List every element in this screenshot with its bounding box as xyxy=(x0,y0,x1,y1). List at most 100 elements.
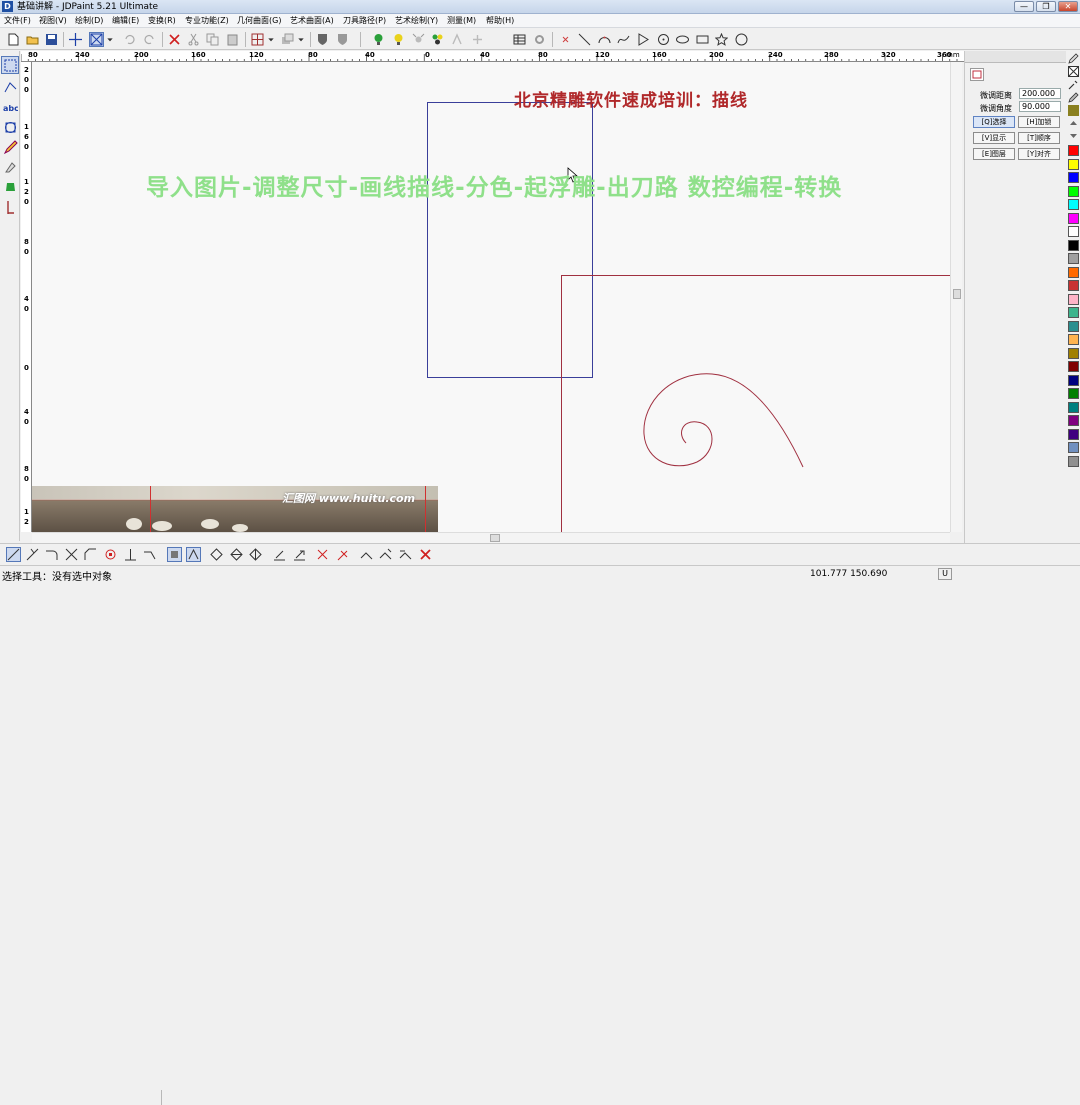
transform-tool-icon[interactable] xyxy=(1,118,19,136)
horizontal-scroll-thumb[interactable] xyxy=(490,534,500,542)
align-button[interactable]: [Y]对齐 xyxy=(1018,148,1060,160)
point-icon[interactable] xyxy=(558,32,573,47)
menu-professional[interactable]: 专业功能(Z) xyxy=(185,15,229,27)
gear-icon[interactable] xyxy=(532,32,547,47)
multi-light-icon[interactable] xyxy=(430,32,445,47)
line-tool-icon[interactable] xyxy=(577,32,592,47)
clear-icon[interactable] xyxy=(418,547,433,562)
lock-button[interactable]: [H]加锁 xyxy=(1018,116,1060,128)
color-swatch[interactable] xyxy=(1068,307,1079,318)
dropdown-arrow-icon[interactable] xyxy=(105,32,115,47)
extend-icon[interactable] xyxy=(25,547,40,562)
color-swatch[interactable] xyxy=(1068,320,1079,332)
measure-tool-icon[interactable] xyxy=(1,198,19,216)
menu-view[interactable]: 视图(V) xyxy=(39,15,67,27)
menu-transform[interactable]: 变换(R) xyxy=(148,15,176,27)
current-color-swatch[interactable] xyxy=(1068,105,1079,116)
delete-node-a-icon[interactable] xyxy=(315,547,330,562)
diamond-c-icon[interactable] xyxy=(248,547,263,562)
undo-icon[interactable] xyxy=(122,32,137,47)
snap-angle-icon[interactable] xyxy=(186,547,201,562)
spiral-curve[interactable] xyxy=(643,373,804,468)
color-swatch[interactable] xyxy=(1068,239,1079,251)
blue-rectangle[interactable] xyxy=(427,102,593,378)
color-swatch[interactable] xyxy=(1068,253,1079,264)
color-swatch[interactable] xyxy=(1068,145,1079,156)
shield-icon[interactable] xyxy=(315,32,330,47)
minimize-button[interactable]: — xyxy=(1014,1,1034,12)
drawing-canvas[interactable]: 北京精雕软件速成培训：描线 导入图片-调整尺寸-画线描线-分色-起浮雕-出刀路 … xyxy=(32,62,950,532)
panel-tab-icon[interactable] xyxy=(970,68,984,81)
layer-button[interactable]: [E]图层 xyxy=(973,148,1015,160)
tangent-icon[interactable] xyxy=(142,547,157,562)
unit-toggle-button[interactable]: U xyxy=(938,568,952,580)
select-button[interactable]: [Q]选择 xyxy=(973,116,1015,128)
color-swatch[interactable] xyxy=(1068,172,1079,183)
snap-point-icon[interactable] xyxy=(167,547,182,562)
menu-art-surface[interactable]: 艺术曲面(A) xyxy=(290,15,334,27)
fill-tool-icon[interactable] xyxy=(1,178,19,196)
color-swatch[interactable] xyxy=(1068,334,1079,345)
cut-icon[interactable] xyxy=(186,32,201,47)
color-swatch[interactable] xyxy=(1068,185,1079,197)
angle-input[interactable]: 90.000 xyxy=(1019,101,1061,112)
new-file-icon[interactable] xyxy=(6,32,21,47)
menu-measure[interactable]: 测量(M) xyxy=(447,15,476,27)
diamond-b-icon[interactable] xyxy=(229,547,244,562)
delete-node-b-icon[interactable] xyxy=(335,547,350,562)
yellow-light-icon[interactable] xyxy=(391,32,406,47)
render-a-icon[interactable] xyxy=(450,32,465,47)
select-node-icon[interactable] xyxy=(1,56,19,74)
pencil-icon[interactable] xyxy=(1068,53,1079,64)
grid-icon[interactable] xyxy=(250,32,265,47)
green-light-icon[interactable] xyxy=(371,32,386,47)
color-swatch[interactable] xyxy=(1068,455,1079,467)
fillet-icon[interactable] xyxy=(44,547,59,562)
horizontal-scrollbar[interactable] xyxy=(32,532,950,543)
spot-light-icon[interactable] xyxy=(411,32,426,47)
polyline-tool-icon[interactable] xyxy=(636,32,651,47)
close-button[interactable]: ✕ xyxy=(1058,1,1078,12)
color-swatch[interactable] xyxy=(1068,212,1079,224)
show-button[interactable]: [V]显示 xyxy=(973,132,1015,144)
color-swatch[interactable] xyxy=(1068,388,1079,399)
layer-view-icon[interactable] xyxy=(280,32,295,47)
table-icon[interactable] xyxy=(512,32,527,47)
menu-edit[interactable]: 编辑(E) xyxy=(112,15,139,27)
palette-up-icon[interactable] xyxy=(1068,118,1079,128)
mirror-b-icon[interactable] xyxy=(292,547,307,562)
eraser-tool-icon[interactable] xyxy=(1,158,19,176)
ellipse-tool-icon[interactable] xyxy=(675,32,690,47)
reference-photo[interactable]: 汇图网 www.huitu.com xyxy=(32,486,438,532)
order-button[interactable]: [T]顺序 xyxy=(1018,132,1060,144)
render-b-icon[interactable] xyxy=(470,32,485,47)
app-icon[interactable]: D xyxy=(2,1,13,12)
select-box-icon[interactable] xyxy=(89,32,104,47)
color-swatch[interactable] xyxy=(1068,158,1079,170)
trim-icon[interactable] xyxy=(64,547,79,562)
rectangle-tool-icon[interactable] xyxy=(695,32,710,47)
paste-icon[interactable] xyxy=(225,32,240,47)
join-b-icon[interactable] xyxy=(378,547,393,562)
color-swatch[interactable] xyxy=(1068,361,1079,372)
layer-dropdown-icon[interactable] xyxy=(296,32,306,47)
copy-icon[interactable] xyxy=(205,32,220,47)
circle-tool-icon[interactable] xyxy=(734,32,749,47)
color-swatch[interactable] xyxy=(1068,226,1079,237)
color-swatch[interactable] xyxy=(1068,280,1079,291)
grid-dropdown-icon[interactable] xyxy=(266,32,276,47)
color-swatch[interactable] xyxy=(1068,199,1079,210)
color-swatch[interactable] xyxy=(1068,415,1079,426)
color-swatch[interactable] xyxy=(1068,428,1079,440)
menu-file[interactable]: 文件(F) xyxy=(4,15,31,27)
vertical-scroll-thumb[interactable] xyxy=(953,289,961,299)
menu-art-draw[interactable]: 艺术绘制(Y) xyxy=(395,15,438,27)
color-swatch[interactable] xyxy=(1068,347,1079,359)
delete-icon[interactable] xyxy=(167,32,182,47)
red-frame-line[interactable] xyxy=(561,275,951,533)
menu-help[interactable]: 帮助(H) xyxy=(486,15,514,27)
diamond-a-icon[interactable] xyxy=(209,547,224,562)
node-edit-icon[interactable] xyxy=(1,78,19,96)
no-color-icon[interactable] xyxy=(1068,66,1079,77)
color-swatch[interactable] xyxy=(1068,293,1079,305)
